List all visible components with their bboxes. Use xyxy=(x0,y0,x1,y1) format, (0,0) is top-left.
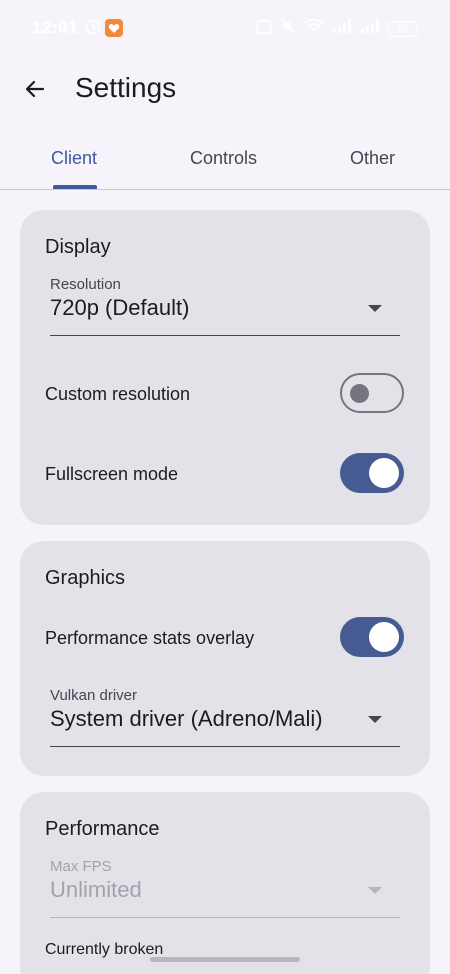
performance-overlay-switch[interactable] xyxy=(340,617,404,657)
display-card: Display Resolution 720p (Default) Custom… xyxy=(20,210,430,525)
tab-bar: Client Controls Other xyxy=(0,130,450,190)
page-title: Settings xyxy=(75,72,177,103)
switch-thumb xyxy=(350,384,369,403)
vulkan-driver-value: System driver (Adreno/Mali) xyxy=(50,706,323,731)
resolution-dropdown[interactable]: Resolution 720p (Default) xyxy=(50,276,400,336)
clock-icon xyxy=(85,19,101,40)
signal-icon-2 xyxy=(360,18,380,39)
max-fps-label: Max FPS xyxy=(50,858,112,875)
app-notification-icon xyxy=(105,19,123,42)
performance-title: Performance xyxy=(45,818,160,840)
dropdown-arrow-icon xyxy=(368,305,382,312)
back-button[interactable] xyxy=(18,72,52,106)
tab-controls[interactable]: Controls xyxy=(190,148,257,169)
custom-resolution-label: Custom resolution xyxy=(45,384,191,404)
fullscreen-label: Fullscreen mode xyxy=(45,464,179,484)
dropdown-arrow-icon xyxy=(368,716,382,723)
mute-icon xyxy=(280,18,296,39)
max-fps-dropdown: Max FPS Unlimited xyxy=(50,858,400,918)
signal-icon-1 xyxy=(332,18,352,39)
display-title: Display xyxy=(45,236,111,258)
wifi-icon xyxy=(304,18,324,39)
tab-client[interactable]: Client xyxy=(51,148,97,169)
resolution-value: 720p (Default) xyxy=(50,295,190,320)
tab-other[interactable]: Other xyxy=(350,148,395,169)
battery-level: 88 xyxy=(397,22,409,34)
tab-divider xyxy=(0,189,450,190)
dropdown-underline xyxy=(50,917,400,918)
arrow-left-icon xyxy=(25,80,45,98)
resolution-label: Resolution xyxy=(50,276,121,293)
status-bar: 12:01 88 xyxy=(0,0,450,58)
dropdown-arrow-icon xyxy=(368,887,382,894)
app-bar: Settings xyxy=(0,58,450,122)
switch-thumb xyxy=(369,622,399,652)
gesture-bar[interactable] xyxy=(150,957,300,962)
max-fps-value: Unlimited xyxy=(50,877,142,902)
nfc-icon xyxy=(256,19,272,39)
dropdown-underline xyxy=(50,335,400,336)
currently-broken-note: Currently broken xyxy=(45,941,164,958)
status-icons: 88 xyxy=(256,18,418,39)
dropdown-underline xyxy=(50,746,400,747)
vulkan-driver-dropdown[interactable]: Vulkan driver System driver (Adreno/Mali… xyxy=(50,687,400,747)
custom-resolution-switch[interactable] xyxy=(340,373,404,413)
battery-icon: 88 xyxy=(388,20,418,37)
switch-thumb xyxy=(369,458,399,488)
fullscreen-switch[interactable] xyxy=(340,453,404,493)
status-time: 12:01 xyxy=(32,18,78,37)
performance-overlay-label: Performance stats overlay xyxy=(45,628,255,648)
settings-screen: 12:01 88 Settings Client Controls Other … xyxy=(0,0,450,974)
graphics-card: Graphics Performance stats overlay Vulka… xyxy=(20,541,430,776)
performance-card: Performance Max FPS Unlimited Currently … xyxy=(20,792,430,974)
vulkan-driver-label: Vulkan driver xyxy=(50,687,137,704)
graphics-title: Graphics xyxy=(45,567,126,589)
